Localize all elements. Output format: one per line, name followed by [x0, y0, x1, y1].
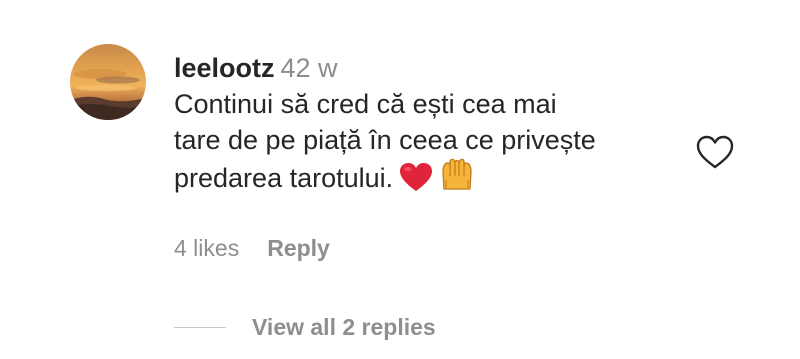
comment-body: leelootz 42 w Continui să cred că ești ce…	[174, 50, 694, 196]
sunset-profile-avatar	[70, 44, 146, 120]
comment-timestamp[interactable]: 42 w	[281, 53, 338, 83]
raising-hands-emoji	[439, 158, 475, 192]
view-replies-button[interactable]: View all 2 replies	[252, 314, 436, 341]
comment-header: leelootz 42 w	[174, 50, 694, 86]
reply-button[interactable]: Reply	[267, 235, 330, 261]
comment-username[interactable]: leelootz	[174, 53, 275, 83]
red-heart-emoji	[399, 162, 433, 192]
comment-text-line-3-text: predarea tarotului.	[174, 163, 394, 193]
comment-text-line-3: predarea tarotului.	[174, 158, 694, 196]
heart-outline-icon[interactable]	[694, 132, 736, 172]
avatar[interactable]	[70, 44, 146, 120]
replies-divider	[174, 326, 226, 328]
view-replies[interactable]: View all 2 replies	[174, 310, 436, 344]
comment-text-line-1: Continui să cred că ești cea mai	[174, 89, 557, 119]
comment-text-line-2: tare de pe piață în ceea ce privește	[174, 125, 596, 155]
comment-meta: 4 likes Reply	[174, 233, 330, 263]
likes-count[interactable]: 4 likes	[174, 235, 239, 261]
